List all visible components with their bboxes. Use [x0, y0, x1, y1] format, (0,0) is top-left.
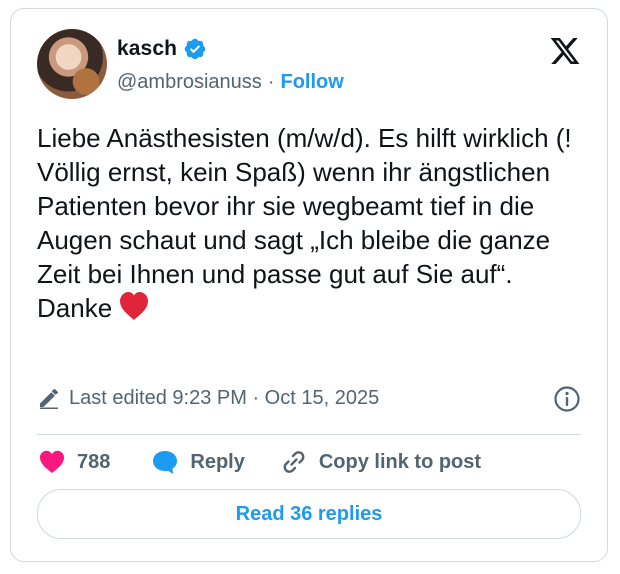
like-button[interactable]: 788 — [37, 447, 110, 477]
heart-icon — [40, 450, 64, 473]
post-closing-text: Danke — [37, 293, 113, 323]
like-count: 788 — [77, 450, 111, 473]
author-name-row: kasch — [117, 37, 207, 61]
link-icon — [283, 451, 305, 473]
verified-badge-icon — [184, 38, 206, 60]
read-replies-label: Read 36 replies — [235, 502, 383, 525]
copy-link-label: Copy link to post — [318, 450, 482, 473]
divider — [37, 434, 581, 435]
author-handle[interactable]: @ambrosianuss — [117, 71, 262, 94]
read-replies-button[interactable]: Read 36 replies — [37, 489, 581, 539]
edited-meta: Last edited 9:23 PM · Oct 15, 2025 — [37, 386, 379, 410]
edited-timestamp[interactable]: Last edited 9:23 PM · Oct 15, 2025 — [69, 387, 379, 410]
post-closing-line: Danke — [37, 291, 587, 325]
reply-button[interactable]: Reply — [150, 447, 245, 477]
post-paragraph: Liebe Anästhesisten (m/w/d). Es hilft wi… — [37, 123, 572, 289]
reply-bubble-icon — [153, 451, 178, 474]
tweet-card: kasch @ambrosianuss · Follow Liebe Anäst… — [10, 8, 608, 562]
reply-label: Reply — [190, 450, 245, 473]
post-text: Liebe Anästhesisten (m/w/d). Es hilft wi… — [37, 121, 587, 325]
red-heart-emoji-icon — [120, 292, 149, 320]
author-name[interactable]: kasch — [117, 37, 177, 61]
author-handle-row: @ambrosianuss · Follow — [117, 71, 344, 94]
action-bar: 788 Reply Copy link to post — [37, 447, 481, 477]
avatar[interactable] — [37, 29, 107, 99]
info-icon[interactable] — [553, 385, 581, 413]
copy-link-button[interactable]: Copy link to post — [279, 447, 481, 477]
follow-button[interactable]: Follow — [280, 71, 343, 94]
separator-dot: · — [267, 71, 275, 93]
x-logo-icon[interactable] — [549, 35, 581, 67]
pencil-icon — [40, 389, 58, 409]
